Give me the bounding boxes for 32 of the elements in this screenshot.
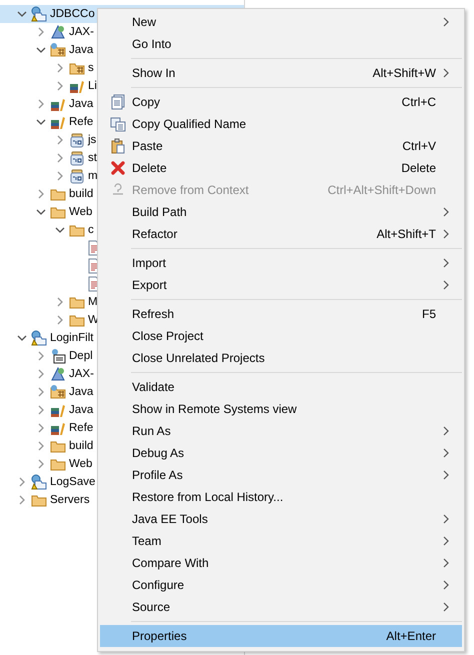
tree-item-label: M <box>88 295 98 310</box>
tree-item-label: Li <box>88 79 97 94</box>
shortcut-text: Alt+Shift+T <box>376 227 436 241</box>
tree-item-label: Java <box>69 97 94 112</box>
tree-item-label: s <box>88 61 94 76</box>
tree-item-label: Java <box>69 403 94 418</box>
shortcut-text: F5 <box>422 307 436 321</box>
tree-item-label: JDBCCo <box>50 7 95 22</box>
tree-item-label: build <box>69 439 94 454</box>
tree-item-label: c <box>88 223 94 238</box>
shortcut-text: Alt+Enter <box>386 629 436 643</box>
shortcut-text: Ctrl+Alt+Shift+Down <box>328 183 436 197</box>
shortcut-text: Delete <box>401 161 436 175</box>
tree-item-label: Refe <box>69 115 94 130</box>
tree-item-label: Java <box>69 43 94 58</box>
tree-item-label: JAX- <box>69 367 94 382</box>
tree-item-label: Web <box>69 457 92 472</box>
shortcut-text: Alt+Shift+W <box>372 66 436 80</box>
tree-item-label: LoginFilt <box>50 331 94 346</box>
tree-item-label: build <box>69 187 94 202</box>
tree-item-label: LogSave <box>50 475 96 490</box>
shortcut-text: Ctrl+V <box>402 139 436 153</box>
tree-item-label: Servers <box>50 493 90 508</box>
tree-item-label: m <box>88 169 98 184</box>
shortcut-text: Ctrl+C <box>402 95 436 109</box>
tree-item-label: Java <box>69 385 94 400</box>
tree-item-label: Web <box>69 205 92 220</box>
tree-item-label: js <box>88 133 96 148</box>
tree-item-label: st <box>88 151 97 166</box>
tree-item-label: Depl <box>69 349 93 364</box>
tree-item-label: JAX- <box>69 25 94 40</box>
tree-item-label: Refe <box>69 421 94 436</box>
